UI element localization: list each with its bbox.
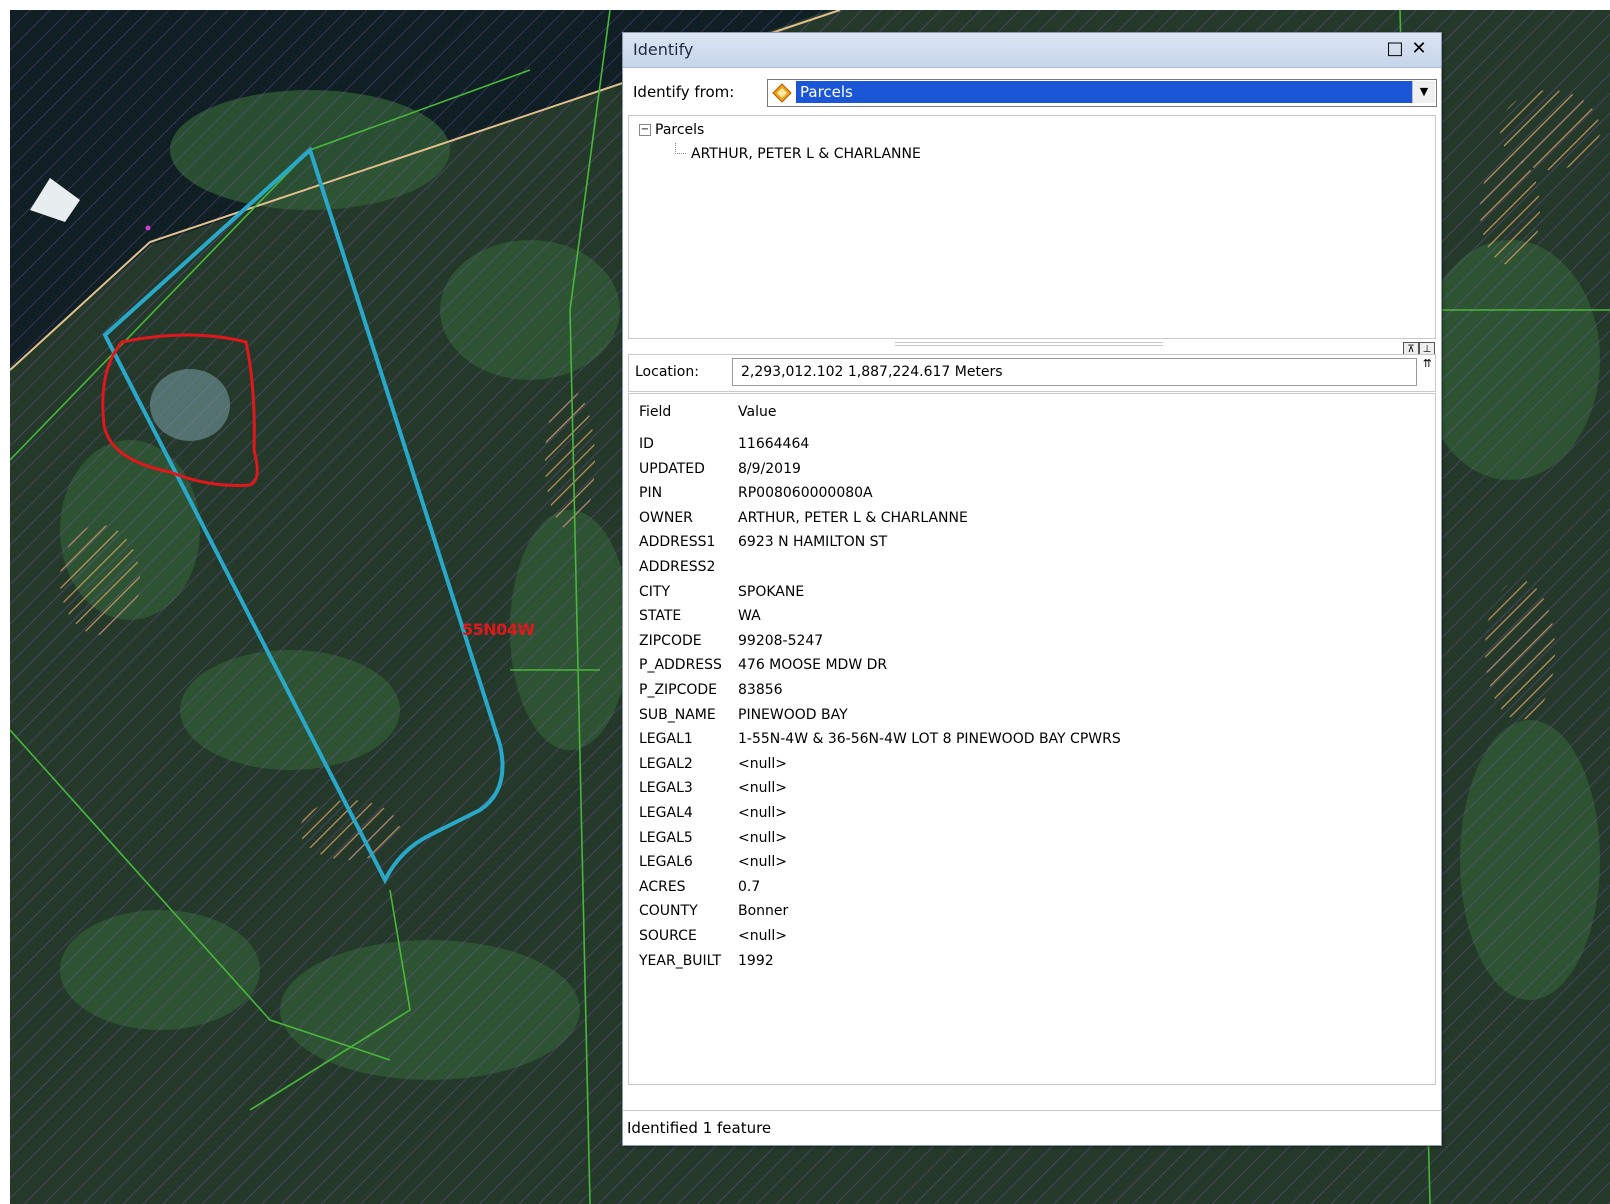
value-cell[interactable]: 1992 [738,949,774,973]
location-field[interactable]: 2,293,012.102 1,887,224.617 Meters [732,358,1417,386]
value-cell[interactable]: <null> [738,752,787,776]
field-cell: CITY [639,583,671,600]
status-bar: Identified 1 feature [623,1110,1441,1145]
tree-node-parcels[interactable]: − Parcels [639,122,704,138]
field-cell: YEAR_BUILT [639,952,722,969]
table-row[interactable]: LEGAL1 1-55N-4W & 36-56N-4W LOT 8 PINEWOO… [639,727,1121,751]
field-cell: ADDRESS2 [639,559,716,575]
value-cell[interactable]: <null> [738,850,787,874]
field-cell: OWNER [639,509,693,526]
value-column-header: Value [738,404,777,420]
field-cell: LEGAL5 [639,829,693,846]
table-row[interactable]: ZIPCODE 99208-5247 [639,629,823,653]
field-cell: UPDATED [639,460,705,477]
collapse-icon[interactable]: − [639,124,651,136]
field-cell: P_ADDRESS [639,657,722,674]
table-row[interactable]: SUB_NAME PINEWOOD BAY [639,703,848,727]
identify-from-row: Identify from: Parcels ▼ [623,71,1441,111]
field-column-header: Field [639,404,672,420]
table-row[interactable]: COUNTY Bonner [639,899,788,923]
field-cell: SUB_NAME [639,706,716,723]
table-row[interactable]: LEGAL6 <null> [639,850,787,874]
value-cell[interactable]: <null> [738,801,787,825]
table-row[interactable]: CITY SPOKANE [639,580,804,604]
parcel-vertex-marker [145,225,151,231]
tree-root-label[interactable]: Parcels [655,122,704,138]
field-cell: LEGAL6 [639,854,693,871]
attribute-table[interactable]: Field Value ID 11664464 UPDATED 8/9/2019 PIN R… [628,393,1436,1085]
field-cell: LEGAL3 [639,780,693,797]
maximize-icon[interactable]: □ [1385,39,1405,59]
field-cell: ACRES [639,878,686,895]
value-cell[interactable]: <null> [738,776,787,800]
table-row[interactable]: LEGAL3 <null> [639,776,787,800]
field-cell: ID [639,436,654,452]
results-tree[interactable]: − Parcels ARTHUR, PETER L & CHARLANNE [628,115,1436,339]
value-cell[interactable]: 83856 [738,678,783,702]
table-row[interactable]: UPDATED 8/9/2019 [639,457,801,481]
value-cell[interactable]: 1-55N-4W & 36-56N-4W LOT 8 PINEWOOD BAY … [738,727,1121,751]
value-cell[interactable]: WA [738,604,761,628]
table-row[interactable]: P_ADDRESS 476 MOOSE MDW DR [639,653,887,677]
table-row[interactable]: LEGAL5 <null> [639,826,787,850]
table-row[interactable]: STATE WA [639,604,761,628]
value-cell[interactable]: 0.7 [738,875,760,899]
field-cell: P_ZIPCODE [639,682,718,698]
table-row[interactable]: ADDRESS2 [639,555,738,579]
table-row[interactable]: LEGAL2 <null> [639,752,787,776]
value-cell[interactable]: SPOKANE [738,580,804,604]
value-cell[interactable]: 99208-5247 [738,629,823,653]
table-row[interactable]: PIN RP008060000080A [639,481,873,505]
identify-from-label: Identify from: [633,83,735,101]
identify-from-dropdown[interactable]: Parcels ▼ [767,79,1437,107]
value-cell[interactable]: 11664464 [738,432,809,456]
value-cell[interactable]: Bonner [738,899,788,923]
value-cell[interactable]: <null> [738,826,787,850]
identify-window[interactable]: Identify □ ✕ Identify from: Parcels ▼ − P… [622,32,1442,1146]
table-row[interactable]: ADDRESS1 6923 N HAMILTON ST [639,530,887,554]
value-cell[interactable]: PINEWOOD BAY [738,703,848,727]
field-cell: ADDRESS1 [639,534,716,551]
field-cell: ZIPCODE [639,632,702,649]
value-cell[interactable]: <null> [738,924,787,948]
field-cell: LEGAL4 [639,805,693,821]
value-cell[interactable]: RP008060000080A [738,481,873,505]
splitter-grip[interactable] [895,342,1163,346]
identify-titlebar[interactable]: Identify □ ✕ [623,33,1441,68]
table-row[interactable]: LEGAL4 <null> [639,801,787,825]
field-cell: SOURCE [639,928,697,944]
location-row: Location: 2,293,012.102 1,887,224.617 Me… [628,354,1436,392]
table-header: Field Value [639,400,776,424]
field-cell: LEGAL2 [639,755,693,772]
value-cell[interactable]: ARTHUR, PETER L & CHARLANNE [738,506,968,530]
table-row[interactable]: ACRES 0.7 [639,875,760,899]
table-row[interactable]: SOURCE <null> [639,924,787,948]
field-cell: LEGAL1 [639,731,693,748]
field-cell: STATE [639,608,682,625]
township-label: 55N04W [462,620,535,639]
table-row[interactable]: ID 11664464 [639,432,809,456]
window-title: Identify [633,40,694,59]
field-cell: COUNTY [639,903,698,920]
close-icon[interactable]: ✕ [1409,39,1429,59]
identify-from-value[interactable]: Parcels [796,81,1412,103]
table-row[interactable]: P_ZIPCODE 83856 [639,678,783,702]
layer-icon [772,83,792,103]
value-cell[interactable]: 476 MOOSE MDW DR [738,653,887,677]
status-text: Identified 1 feature [627,1119,772,1137]
location-label: Location: [635,364,699,380]
value-cell[interactable]: 6923 N HAMILTON ST [738,530,887,554]
chevron-down-icon[interactable]: ▼ [1412,81,1435,103]
tree-connector [675,143,686,154]
tree-node-feature[interactable]: ARTHUR, PETER L & CHARLANNE [691,146,921,162]
house-roof [150,369,230,441]
table-row[interactable]: OWNER ARTHUR, PETER L & CHARLANNE [639,506,968,530]
scroll-up-icon[interactable]: ⇈ [1423,357,1432,370]
field-cell: PIN [639,485,663,502]
value-cell[interactable]: 8/9/2019 [738,457,801,481]
table-row[interactable]: YEAR_BUILT 1992 [639,949,774,973]
